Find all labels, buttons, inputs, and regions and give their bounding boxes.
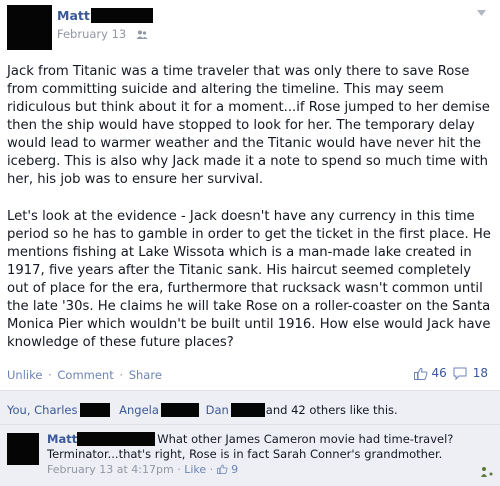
separator: · [177,463,181,476]
unlike-link[interactable]: Unlike [7,368,42,382]
post-date[interactable]: February 13 [57,27,126,41]
likes-sentence: You, Charles Angela Dan and 42 others lik… [7,402,398,418]
post-body: Jack from Titanic was a time traveler th… [7,63,495,371]
comment-link[interactable]: Comment [57,368,113,382]
commenter-name[interactable]: Matt [47,432,77,446]
separator: · [48,368,52,382]
author-name-link[interactable]: Matt [57,8,153,24]
author-avatar[interactable] [7,5,52,50]
post-paragraph-2: Let's look at the evidence - Jack doesn'… [7,209,491,350]
redaction-bar [230,402,265,417]
redaction-bar [160,402,199,417]
post-paragraph-1: Jack from Titanic was a time traveler th… [7,64,490,187]
redaction-bar [77,431,156,446]
comments-count[interactable]: 18 [473,366,488,380]
liker-link[interactable]: You, Charles [7,403,78,417]
likes-suffix[interactable]: and 42 others like this. [266,403,398,417]
thumbs-up-icon[interactable] [216,464,228,474]
likes-count[interactable]: 46 [431,366,446,380]
share-link[interactable]: Share [129,368,162,382]
comment-text: Matt What other James Cameron movie had t… [47,431,467,462]
redaction-bar [90,8,153,23]
corner-icon[interactable] [480,465,494,479]
redaction-bar [79,402,110,417]
audience-friends-icon[interactable] [136,30,148,39]
post-actions: Unlike · Comment · Share [7,368,162,382]
comment-time[interactable]: February 13 at 4:17pm [47,463,174,476]
chevron-down-icon[interactable] [477,10,486,16]
comment-item: Matt What other James Cameron movie had t… [0,425,500,486]
liker-link[interactable]: Dan [206,403,229,417]
separator: · [209,463,214,476]
post-counts: 46 18 [414,366,488,380]
comment-bubble-icon[interactable] [453,367,467,380]
liker-link[interactable]: Angela [119,403,159,417]
post-meta: February 13 [57,27,148,41]
author-name[interactable]: Matt [57,8,90,23]
commenter-avatar[interactable] [7,433,39,465]
comment-like-link[interactable]: Like [184,463,206,476]
comment-like-count[interactable]: 9 [231,463,238,476]
comment-meta: February 13 at 4:17pm · Like · 9 [47,463,238,476]
thumbs-up-icon[interactable] [414,367,428,380]
feedback-section: You, Charles Angela Dan and 42 others lik… [0,390,500,486]
separator: · [119,368,124,382]
post-header: Matt February 13 [0,0,500,56]
